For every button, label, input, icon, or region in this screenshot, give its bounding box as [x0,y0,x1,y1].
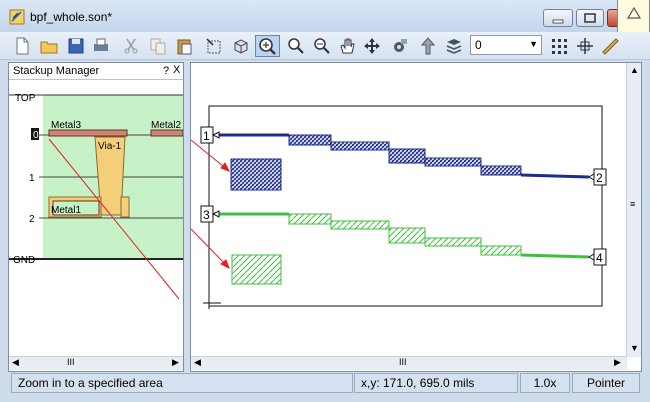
scroll-thumb[interactable]: III [399,357,407,367]
status-zoom: 1.0x [520,373,570,393]
status-mode: Pointer [572,373,640,393]
label-metal3: Metal3 [51,120,81,131]
level-select-value: 0 [475,38,482,52]
blue-layer-swatch [230,158,282,191]
zoom-area-button[interactable] [255,35,280,57]
scroll-right-icon[interactable]: ▶ [614,357,621,368]
layers-icon[interactable] [444,36,464,56]
scroll-up-icon[interactable]: ▲ [630,65,639,75]
port-3[interactable]: 3 [200,205,220,223]
paste-icon[interactable] [174,36,194,56]
label-gnd: GND [13,255,35,266]
move-icon[interactable] [362,36,382,56]
up-level-icon[interactable] [418,36,438,56]
toolbar [0,32,650,60]
stackup-diagram: TOP 0 1 2 GND Metal3 Metal2 Via-1 Metal1 [9,93,183,300]
print-icon[interactable] [91,36,111,56]
stackup-hscrollbar[interactable]: ◀ III ▶ [9,356,183,370]
title-bar: bpf_whole.son* [0,0,650,32]
measure-icon[interactable] [600,36,620,56]
vscroll-thumb-icon[interactable]: ≡ [630,199,635,209]
open-icon[interactable] [39,36,59,56]
port-1-label: 1 [203,129,210,143]
red-arrows [190,139,231,270]
port-2-label: 2 [596,171,603,185]
select-icon[interactable] [204,36,224,56]
green-filter-trace [219,212,590,259]
application-window: bpf_whole.son* 0 ▼ Stackup Manager ? X T… [0,0,650,402]
layout-vscrollbar[interactable]: ▲ ≡ ▼ [626,63,641,357]
minimize-button[interactable] [543,9,573,27]
new-icon[interactable] [12,36,32,56]
port-4[interactable]: 4 [588,248,607,266]
layout-hscrollbar[interactable]: ◀ III ▶ [191,356,627,370]
label-via: Via-1 [98,141,122,152]
label-2: 2 [29,214,35,225]
app-icon [9,9,25,25]
label-0: 0 [33,130,39,141]
stackup-header: Stackup Manager ? X [9,63,183,80]
layout-view[interactable]: 1 2 3 4 ◀ III ▶ [190,62,642,372]
window-title: bpf_whole.son* [30,10,113,24]
port-3-label: 3 [203,208,210,222]
3d-view-icon[interactable] [231,36,251,56]
port-1[interactable]: 1 [200,126,220,144]
status-message: Zoom in to a specified area [11,373,353,393]
label-metal2: Metal2 [151,120,181,131]
stackup-title: Stackup Manager [13,65,100,77]
scroll-thumb[interactable]: III [67,357,75,367]
green-layer-swatch [231,254,282,285]
minimize-icon [552,19,564,24]
pan-hand-icon[interactable] [337,36,357,56]
maximize-icon [584,13,596,23]
scroll-left-icon[interactable]: ◀ [12,357,19,368]
chevron-down-icon: ▼ [529,39,538,49]
zoom-out-icon[interactable] [312,36,332,56]
label-metal1: Metal1 [51,205,81,216]
align-icon[interactable] [575,36,595,56]
stackup-help-button[interactable]: ? [163,65,169,77]
maximize-button[interactable] [576,9,604,27]
scroll-down-icon[interactable]: ▼ [630,343,639,353]
status-coordinates: x,y: 171.0, 695.0 mils [354,373,518,393]
grid-icon[interactable] [549,36,569,56]
zoom-in-icon[interactable] [286,36,306,56]
status-bar: Zoom in to a specified area x,y: 171.0, … [0,372,650,402]
settings-icon[interactable] [389,36,409,56]
scroll-left-icon[interactable]: ◀ [194,357,201,368]
save-icon[interactable] [66,36,86,56]
cut-icon[interactable] [121,36,141,56]
port-4-label: 4 [596,251,603,265]
circuit-layout: 1 2 3 4 [190,105,607,309]
port-2[interactable]: 2 [588,168,607,186]
scroll-right-icon[interactable]: ▶ [172,357,179,368]
via-foot [120,196,130,218]
label-top: TOP [15,93,36,104]
copy-icon[interactable] [148,36,168,56]
level-select[interactable]: 0 ▼ [470,35,542,55]
label-1: 1 [29,173,35,184]
stackup-manager-panel: Stackup Manager ? X TOP 0 1 2 GND Metal3… [8,62,184,372]
stackup-close-button[interactable]: X [173,64,180,76]
zoom-area-icon [259,38,276,55]
